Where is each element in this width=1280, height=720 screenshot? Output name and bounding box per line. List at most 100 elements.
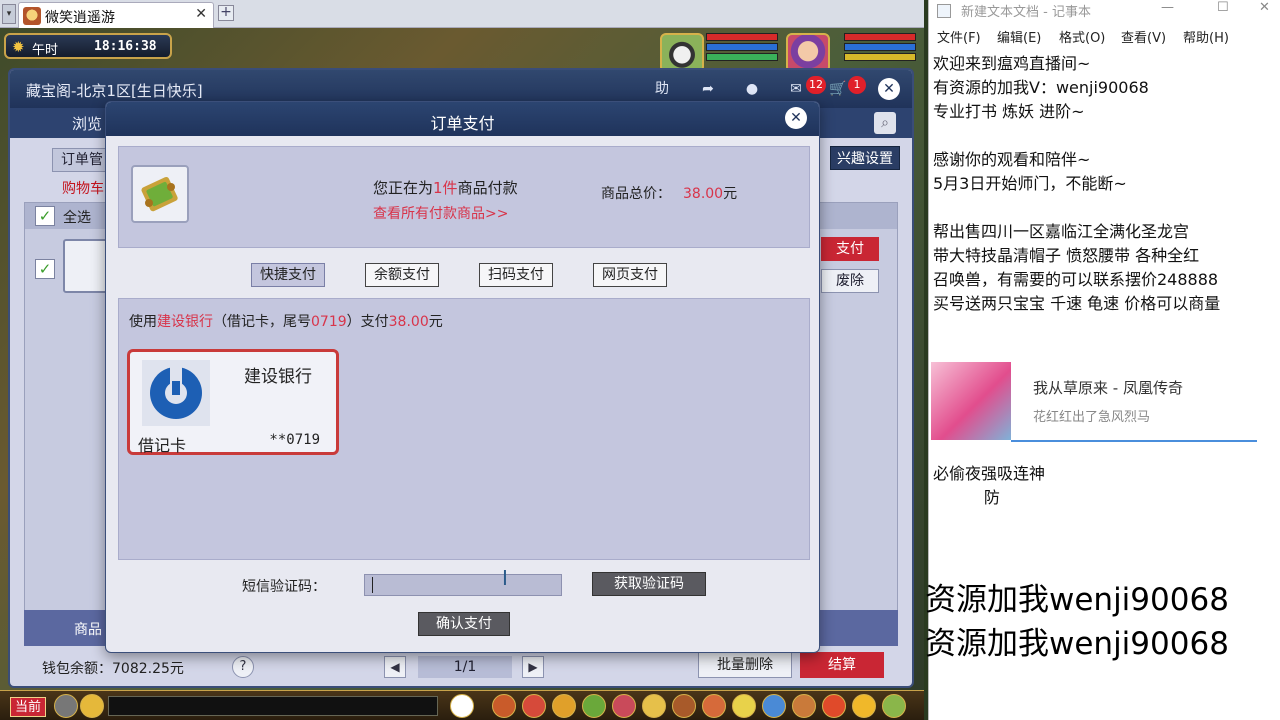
message-icon[interactable]: ✉: [784, 78, 808, 100]
skill-icon[interactable]: [582, 694, 606, 718]
notepad-title-bar: 新建文本文档 - 记事本 — ☐ ✕: [929, 0, 1280, 22]
tab-balance-pay[interactable]: 余额支付: [365, 263, 439, 287]
dialog-title: 订单支付: [430, 114, 495, 133]
minimize-icon[interactable]: —: [1161, 0, 1174, 15]
new-tab-icon[interactable]: +: [218, 5, 234, 21]
desc-part: ）支付: [346, 314, 389, 330]
tab-label: 微笑逍遥游: [45, 10, 115, 26]
help-icon[interactable]: 助: [650, 78, 674, 100]
skill-icon[interactable]: [732, 694, 756, 718]
hero-portrait[interactable]: [786, 33, 830, 73]
payment-method-tabs: 快捷支付 余额支付 扫码支付 网页支付: [251, 263, 681, 289]
text-line: 有资源的加我V：wenji90068: [933, 78, 1149, 97]
song-title: 我从草原来 - 凤凰传奇: [1033, 379, 1183, 397]
browser-tab-bar: ▾ 微笑逍遥游 ✕ +: [0, 0, 924, 28]
search-icon[interactable]: ⌕: [874, 112, 896, 134]
skill-icon[interactable]: [492, 694, 516, 718]
game-bottom-bar: 当前: [0, 690, 924, 720]
text-line: 召唤兽，有需要的可以联系摆价248888: [933, 270, 1219, 289]
emoji-icon[interactable]: [80, 694, 104, 718]
wallet-balance: 钱包余额：7082.25元: [42, 661, 184, 677]
chat-channel-button[interactable]: 当前: [10, 697, 46, 717]
skill-icon[interactable]: [822, 694, 846, 718]
close-icon[interactable]: ✕: [785, 107, 807, 129]
close-icon[interactable]: ✕: [878, 78, 900, 100]
market-title: 藏宝阁-北京1区[生日快乐]: [26, 82, 203, 100]
text-line: 防: [933, 488, 1000, 507]
interest-settings-button[interactable]: 兴趣设置: [830, 146, 900, 170]
tab-quick-pay[interactable]: 快捷支付: [251, 263, 325, 287]
skill-icon[interactable]: [522, 694, 546, 718]
hero-anger-bar: [844, 53, 916, 61]
text-line: 必偷夜强吸连神: [933, 464, 1046, 483]
microphone-icon[interactable]: [54, 694, 78, 718]
skill-icon[interactable]: [552, 694, 576, 718]
chat-input[interactable]: [108, 696, 438, 716]
card-tail-number: **0719: [269, 432, 320, 448]
pet-status-bars: [706, 33, 778, 73]
sun-icon: ✹: [12, 38, 25, 56]
skill-icon[interactable]: [852, 694, 876, 718]
paying-prefix: 您正在为: [373, 179, 434, 197]
tab-web-pay[interactable]: 网页支付: [593, 263, 667, 287]
pet-mp-bar: [706, 43, 778, 51]
total-price: 商品总价： 38.00元: [601, 183, 737, 203]
confirm-payment-button[interactable]: 确认支付: [418, 612, 510, 636]
ccb-logo-icon: [142, 360, 210, 426]
maximize-icon[interactable]: ☐: [1217, 0, 1229, 15]
prev-page-button[interactable]: ◀: [384, 656, 406, 678]
skill-icon[interactable]: [792, 694, 816, 718]
song-subtitle: 花红红出了急风烈马: [1033, 410, 1151, 425]
share-icon[interactable]: ➦: [696, 78, 720, 100]
skill-icon[interactable]: [762, 694, 786, 718]
scroll-item-icon[interactable]: [63, 239, 109, 293]
skill-icon[interactable]: [882, 694, 906, 718]
tab-game[interactable]: 微笑逍遥游 ✕: [18, 2, 214, 28]
sms-code-input[interactable]: [364, 574, 562, 596]
view-all-items-link[interactable]: 查看所有付款商品>>: [373, 203, 508, 223]
tab-scan-pay[interactable]: 扫码支付: [479, 263, 553, 287]
tab-order-management[interactable]: 订单管: [52, 148, 112, 172]
batch-delete-button[interactable]: 批量删除: [698, 652, 792, 678]
skill-icon[interactable]: [612, 694, 636, 718]
hero-status-bars: [844, 33, 916, 73]
next-page-button[interactable]: ▶: [522, 656, 544, 678]
close-icon[interactable]: ✕: [1259, 0, 1270, 15]
item-discard-button[interactable]: 废除: [821, 269, 879, 293]
menu-view[interactable]: 查看(V): [1121, 27, 1166, 46]
nav-browse[interactable]: 浏览: [72, 113, 102, 134]
skill-icon[interactable]: [642, 694, 666, 718]
scroll-item-icon: [131, 165, 189, 223]
total-label: 商品总价：: [601, 186, 671, 202]
desc-amount: 38.00: [388, 314, 429, 330]
menu-help[interactable]: 帮助(H): [1183, 27, 1229, 46]
pet-icon[interactable]: [450, 694, 474, 718]
hero-mp-bar: [844, 43, 916, 51]
overlay-text: 资源加我wenji90068: [925, 582, 1229, 618]
skill-icon[interactable]: [702, 694, 726, 718]
select-all-checkbox[interactable]: ✓: [35, 206, 55, 226]
close-icon[interactable]: ✕: [195, 6, 207, 22]
get-code-button[interactable]: 获取验证码: [592, 572, 706, 596]
album-cover-image: [931, 362, 1011, 440]
menu-file[interactable]: 文件(F): [937, 27, 981, 46]
question-icon[interactable]: ?: [232, 656, 254, 678]
cart-icon[interactable]: 🛒: [826, 78, 850, 100]
text-caret: [372, 577, 373, 593]
pet-portrait[interactable]: [660, 33, 704, 73]
text-line: 帮出售四川一区嘉临江全满化圣龙宫: [933, 222, 1190, 241]
menu-format[interactable]: 格式(O): [1059, 27, 1105, 46]
skill-icon[interactable]: [672, 694, 696, 718]
music-popup[interactable]: 我从草原来 - 凤凰传奇 花红红出了急风烈马: [929, 360, 1280, 444]
cart-item-checkbox[interactable]: ✓: [35, 259, 55, 279]
item-pay-button[interactable]: 支付: [821, 237, 879, 261]
bank-card-option[interactable]: 建设银行 借记卡 **0719: [127, 349, 339, 455]
checkout-button[interactable]: 结算: [800, 652, 884, 678]
record-icon[interactable]: ●: [740, 78, 764, 100]
tab-dropdown-icon[interactable]: ▾: [2, 4, 16, 24]
menu-edit[interactable]: 编辑(E): [997, 27, 1041, 46]
paying-text: 您正在为1件商品付款: [373, 177, 518, 198]
game-window: ▾ 微笑逍遥游 ✕ + ✹ 午时 18:16:38 藏宝阁-北京1区[生日快乐]…: [0, 0, 924, 720]
text-line: 欢迎来到瘟鸡直播间~: [933, 54, 1091, 73]
page-indicator: 1/1: [418, 656, 512, 678]
